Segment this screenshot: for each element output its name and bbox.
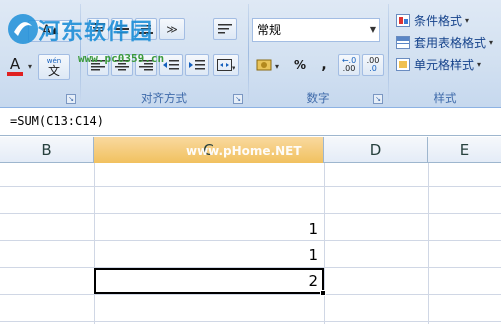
column-header-e[interactable]: E — [428, 137, 501, 163]
top-align-button[interactable] — [87, 18, 109, 40]
decrease-decimal-button[interactable]: .00 .0 — [362, 54, 384, 76]
number-format-select[interactable]: 常规 ▼ — [252, 18, 380, 42]
align-right-button[interactable] — [135, 54, 157, 76]
svg-text:▾: ▾ — [232, 64, 235, 71]
phonetic-guide-button[interactable]: wén 文 — [38, 54, 70, 80]
gridline — [0, 321, 501, 322]
worksheet-grid[interactable] — [0, 163, 501, 324]
cell-c14[interactable]: 1 — [94, 246, 322, 264]
font-color-dropdown[interactable]: ▾ — [26, 56, 34, 76]
percent-style-button[interactable]: % — [290, 54, 310, 76]
increase-decimal-button[interactable]: ←.0 .00 — [338, 54, 360, 76]
svg-text:▾: ▾ — [275, 62, 279, 71]
ribbon: A ▲ A ▾ wén 文 ↘ ≫ ▾ 对齐方式 ↘ 数字 ↘ 常规 ▼ ▾ %… — [0, 0, 501, 108]
font-letter: A — [41, 23, 52, 39]
chevron-down-icon: ▾ — [477, 59, 482, 69]
format-as-table-button[interactable]: 套用表格格式 ▾ — [396, 32, 496, 52]
font-group: A ▲ A ▾ wén 文 ↘ — [0, 0, 80, 108]
middle-align-button[interactable] — [111, 18, 133, 40]
column-header-d[interactable]: D — [324, 137, 428, 163]
gridline — [94, 163, 95, 324]
accounting-icon: ▾ — [256, 59, 279, 71]
conditional-format-label: 条件格式 — [414, 13, 463, 28]
cell-styles-icon — [396, 57, 410, 71]
number-group-label: 数字 — [306, 91, 330, 105]
active-cell-selection[interactable] — [94, 268, 326, 296]
gridline — [0, 186, 501, 187]
comma-icon: , — [321, 57, 327, 73]
align-center-icon — [115, 60, 129, 71]
gridline — [0, 294, 501, 295]
align-left-button[interactable] — [87, 54, 109, 76]
comma-style-button[interactable]: , — [314, 54, 334, 76]
alignment-launcher[interactable]: ↘ — [233, 94, 243, 104]
decrease-decimal-icon: .0 — [369, 64, 377, 73]
styles-group-label: 样式 — [433, 91, 457, 105]
font-color-icon: A — [9, 54, 21, 73]
gridline — [324, 163, 325, 324]
column-header-row: B C D E — [0, 137, 501, 163]
align-right-icon — [139, 60, 153, 71]
decrease-indent-button[interactable] — [159, 54, 183, 76]
number-launcher[interactable]: ↘ — [373, 94, 383, 104]
conditional-format-icon — [396, 13, 410, 27]
formula-bar[interactable]: =SUM(C13:C14) — [0, 108, 501, 136]
increase-decimal-icon: .00 — [342, 64, 356, 73]
align-left-icon — [91, 60, 105, 71]
conditional-format-button[interactable]: 条件格式 ▾ — [396, 10, 496, 30]
increase-indent-button[interactable] — [185, 54, 209, 76]
phonetic-guide-icon: 文 — [47, 63, 60, 78]
cell-c13[interactable]: 1 — [94, 220, 322, 238]
alignment-group: ≫ ▾ 对齐方式 ↘ — [81, 0, 247, 108]
grow-font-button[interactable]: A ▲ — [28, 20, 72, 42]
chevron-down-icon: ▾ — [465, 15, 470, 25]
accounting-format-button[interactable]: ▾ — [254, 54, 286, 76]
formula-text[interactable]: =SUM(C13:C14) — [10, 114, 104, 128]
decrease-indent-icon — [163, 60, 179, 70]
format-as-table-label: 套用表格格式 — [414, 35, 487, 50]
merge-center-button[interactable]: ▾ — [213, 54, 239, 76]
column-header-b[interactable]: B — [0, 137, 94, 163]
font-launcher[interactable]: ↘ — [66, 94, 76, 104]
merge-center-icon: ▾ — [217, 59, 235, 71]
cell-styles-button[interactable]: 单元格样式 ▾ — [396, 54, 496, 74]
number-format-value: 常规 — [257, 23, 282, 37]
bottom-align-button[interactable] — [135, 18, 157, 40]
gridline — [0, 240, 501, 241]
wrap-text-button[interactable] — [213, 18, 237, 40]
top-align-icon — [91, 23, 105, 32]
font-color-button[interactable]: A — [4, 54, 26, 78]
fill-handle[interactable] — [320, 290, 326, 296]
align-center-button[interactable] — [111, 54, 133, 76]
orientation-icon: ≫ — [166, 22, 178, 36]
increase-indent-icon — [189, 60, 205, 70]
wrap-text-icon — [218, 24, 232, 34]
chevron-down-icon: ▾ — [489, 37, 494, 47]
gridline — [0, 213, 501, 214]
percent-icon: % — [293, 58, 307, 72]
bottom-align-icon — [139, 25, 153, 34]
middle-align-icon — [115, 25, 129, 34]
format-as-table-icon — [396, 35, 410, 49]
chevron-down-icon: ▼ — [369, 25, 376, 34]
gridline — [428, 163, 429, 324]
orientation-button[interactable]: ≫ — [159, 18, 185, 40]
cell-styles-label: 单元格样式 — [414, 57, 475, 72]
alignment-group-label: 对齐方式 — [141, 91, 187, 105]
column-header-c[interactable]: C — [94, 137, 324, 163]
